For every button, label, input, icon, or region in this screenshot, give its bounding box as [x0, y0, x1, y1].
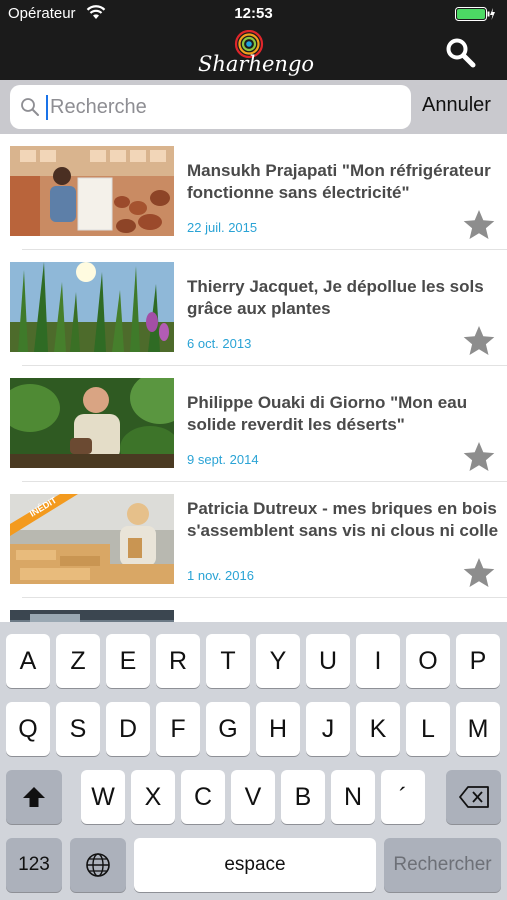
key[interactable]: P: [456, 634, 500, 688]
favorite-star-icon[interactable]: [462, 324, 496, 358]
on-screen-keyboard: A Z E R T Y U I O P Q S D F G H J K L M …: [0, 622, 507, 900]
key[interactable]: S: [56, 702, 100, 756]
item-date: 22 juil. 2015: [187, 220, 258, 235]
item-title: Patricia Dutreux - mes briques en bois s…: [187, 499, 499, 540]
key[interactable]: X: [131, 770, 175, 824]
key[interactable]: R: [156, 634, 200, 688]
accent-key[interactable]: ´: [381, 770, 425, 824]
favorite-star-icon[interactable]: [462, 440, 496, 474]
thumbnail-image: [10, 262, 174, 352]
cancel-button[interactable]: Annuler: [422, 94, 491, 117]
key[interactable]: H: [256, 702, 300, 756]
list-item[interactable]: INÉDIT Patricia Dutreux - mes briques en…: [0, 482, 507, 598]
key[interactable]: N: [331, 770, 375, 824]
key[interactable]: A: [6, 634, 50, 688]
item-date: 6 oct. 2013: [187, 336, 252, 351]
key[interactable]: J: [306, 702, 350, 756]
thumbnail-image: [10, 378, 174, 468]
key[interactable]: B: [281, 770, 325, 824]
battery-icon: [455, 7, 495, 21]
top-bar: Opérateur 12:53 Sharhengo: [0, 0, 507, 80]
results-list: Mansukh Prajapati "Mon réfrigérateur fon…: [0, 134, 507, 622]
search-input[interactable]: [50, 91, 400, 123]
key[interactable]: F: [156, 702, 200, 756]
key[interactable]: D: [106, 702, 150, 756]
key[interactable]: W: [81, 770, 125, 824]
key[interactable]: Z: [56, 634, 100, 688]
list-item[interactable]: [0, 598, 507, 622]
favorite-star-icon[interactable]: [462, 208, 496, 242]
item-title: Philippe Ouaki di Giorno "Mon eau solide…: [187, 393, 468, 434]
key[interactable]: G: [206, 702, 250, 756]
search-key[interactable]: Rechercher: [384, 838, 501, 892]
status-bar: Opérateur 12:53: [0, 0, 507, 28]
key[interactable]: Q: [6, 702, 50, 756]
item-date: 1 nov. 2016: [187, 568, 254, 583]
key[interactable]: I: [356, 634, 400, 688]
new-badge: INÉDIT: [10, 494, 78, 536]
numbers-key[interactable]: 123: [6, 838, 62, 892]
key[interactable]: M: [456, 702, 500, 756]
key[interactable]: U: [306, 634, 350, 688]
app-logo: Sharhengo: [198, 28, 315, 76]
thumbnail-image: [10, 146, 174, 236]
item-title: Thierry Jacquet, Je dépollue les sols gr…: [187, 277, 484, 318]
favorite-star-icon[interactable]: [462, 556, 496, 590]
space-key[interactable]: espace: [134, 838, 376, 892]
logo-text: Sharhengo: [198, 52, 315, 76]
status-time: 12:53: [234, 5, 273, 22]
item-date: 9 sept. 2014: [187, 452, 259, 467]
thumbnail-image: [10, 610, 174, 622]
list-item[interactable]: Mansukh Prajapati "Mon réfrigérateur fon…: [0, 134, 507, 250]
key[interactable]: V: [231, 770, 275, 824]
key[interactable]: T: [206, 634, 250, 688]
key[interactable]: K: [356, 702, 400, 756]
shift-key[interactable]: [6, 770, 62, 824]
search-button[interactable]: [444, 36, 478, 70]
shift-arrow-icon: [23, 787, 45, 807]
key[interactable]: E: [106, 634, 150, 688]
magnifier-icon: [21, 98, 39, 116]
text-cursor: [46, 95, 48, 120]
backspace-key[interactable]: [446, 770, 501, 824]
key[interactable]: C: [181, 770, 225, 824]
backspace-icon: [458, 786, 489, 808]
key[interactable]: L: [406, 702, 450, 756]
key[interactable]: Y: [256, 634, 300, 688]
thumbnail-image: INÉDIT: [10, 494, 174, 584]
globe-key[interactable]: [70, 838, 126, 892]
globe-icon: [86, 853, 110, 877]
search-field[interactable]: [10, 85, 411, 129]
list-item[interactable]: Philippe Ouaki di Giorno "Mon eau solide…: [0, 366, 507, 482]
list-item[interactable]: Thierry Jacquet, Je dépollue les sols gr…: [0, 250, 507, 366]
item-title: Mansukh Prajapati "Mon réfrigérateur fon…: [187, 161, 491, 202]
search-bar: Annuler: [0, 80, 507, 134]
key[interactable]: O: [406, 634, 450, 688]
